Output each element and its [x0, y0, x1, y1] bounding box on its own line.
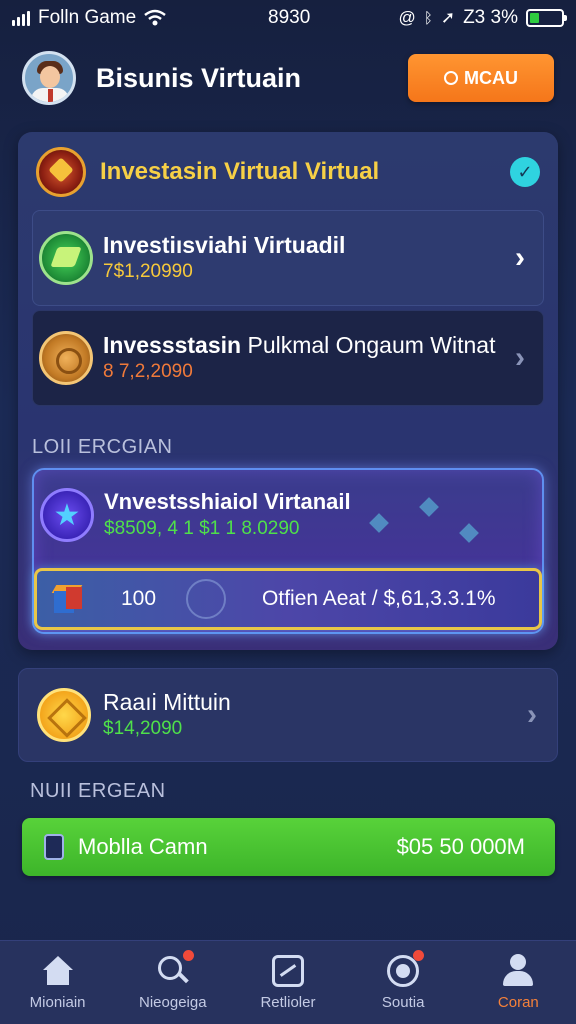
status-time: 8930	[268, 7, 311, 28]
coin-icon	[39, 331, 93, 385]
chevron-right-icon: ›	[515, 241, 525, 274]
nav-item-search[interactable]: Nieogeiga	[123, 950, 223, 1011]
gem-icon	[39, 231, 93, 285]
star-icon: ★	[40, 488, 94, 542]
target-icon	[386, 950, 425, 988]
panel-header: Investasin Virtual Virtual ✓	[36, 146, 540, 198]
verified-check-icon[interactable]: ✓	[510, 157, 540, 187]
nav-item-chart[interactable]: Retlioler	[238, 954, 338, 1011]
at-icon: @	[398, 8, 416, 27]
row-title-light: Pulkmal Ongaum Witnat	[241, 332, 496, 358]
app-title: Bisunis Virtuain	[96, 62, 302, 93]
nav-label: Coran	[497, 994, 539, 1011]
featured-value: $8509, 4 1 $1 1 8.0290	[104, 518, 300, 539]
header-action-button[interactable]: MCAU	[408, 54, 554, 102]
green-button-label: Moblla Camn	[78, 834, 208, 859]
app-screen: Folln Game 8930 @ ᛒ ➚ Z3 3% Bisunis Virt…	[0, 0, 576, 1024]
nav-item-home[interactable]: Mioniain	[8, 954, 108, 1011]
status-right-text: Z3 3%	[463, 7, 518, 28]
nav-label: Nieogeiga	[139, 994, 207, 1011]
battery-icon	[526, 9, 567, 27]
user-icon	[501, 954, 535, 988]
nav-label: Retlioler	[260, 994, 316, 1011]
chart-icon	[271, 954, 305, 988]
location-arrow-icon: ➚	[440, 8, 456, 27]
home-icon	[41, 954, 75, 988]
emblem-icon	[36, 147, 86, 197]
panel-title: Investasin Virtual Virtual	[100, 158, 380, 185]
nav-item-profile[interactable]: Coran	[468, 954, 568, 1011]
hand-icon	[186, 579, 227, 619]
search-icon	[156, 950, 194, 988]
section-label: NUII ERGEAN	[30, 780, 166, 802]
featured-title: Vnvestsshiaiol Virtanail	[104, 489, 351, 514]
row-value: 8 7,2,2090	[103, 361, 193, 382]
row-title: Invessstasin Pulkmal Ongaum Witnat	[103, 331, 515, 359]
nav-item-target[interactable]: Soutia	[353, 950, 453, 1011]
sun-icon	[37, 688, 91, 742]
investment-row[interactable]: Invessstasin Pulkmal Ongaum Witnat 8 7,2…	[32, 310, 544, 406]
notification-dot	[413, 950, 425, 961]
phone-icon	[44, 834, 64, 860]
bluetooth-icon: ᛒ	[423, 9, 433, 27]
nav-label: Soutia	[381, 994, 425, 1011]
app-header: Bisunis Virtuain MCAU	[0, 38, 576, 118]
card-value: $14,2090	[103, 718, 183, 739]
green-button-value: $05 50 000М	[396, 834, 525, 859]
chevron-right-icon: ›	[515, 341, 525, 374]
cube-icon	[51, 582, 85, 616]
row-title-bold: Invessstasin	[103, 332, 242, 358]
wifi-icon	[144, 9, 166, 26]
trade-info: Otfien Aeat / $,61,3.3.1%	[262, 587, 496, 610]
trade-amount: 100	[121, 587, 157, 610]
row-value: 7$1,20990	[103, 261, 193, 282]
search-icon	[444, 71, 458, 85]
carrier-name: Folln Game	[38, 7, 137, 28]
investment-row[interactable]: Investiısviahi Virtuadil 7$1,20990 ›	[32, 210, 544, 306]
status-bar: Folln Game 8930 @ ᛒ ➚ Z3 3%	[0, 0, 576, 36]
signal-icon	[12, 10, 30, 26]
mobile-game-button[interactable]: Moblla Camn $05 50 000М	[22, 818, 555, 876]
section-label: LOII ERCGIAN	[32, 436, 173, 458]
nav-label: Mioniain	[29, 994, 86, 1011]
featured-investment-card[interactable]: ★ Vnvestsshiaiol Virtanail $8509, 4 1 $1…	[32, 468, 544, 634]
bottom-nav: Mioniain Nieogeiga Retlioler Soutia Cora…	[0, 940, 576, 1024]
avatar[interactable]	[22, 51, 76, 105]
notification-dot	[182, 950, 194, 961]
investment-panel: Investasin Virtual Virtual ✓ Investiısvi…	[18, 132, 558, 650]
mission-card[interactable]: Raaıi Mittuin $14,2090 ›	[18, 668, 558, 762]
chevron-right-icon: ›	[527, 698, 537, 731]
trade-bar[interactable]: 100 Otfien Aeat / $,61,3.3.1%	[34, 568, 542, 630]
row-title: Investiısviahi Virtuadil	[103, 232, 346, 258]
header-button-label: MCAU	[464, 67, 518, 88]
card-title: Raaıi Mittuin	[103, 689, 231, 715]
